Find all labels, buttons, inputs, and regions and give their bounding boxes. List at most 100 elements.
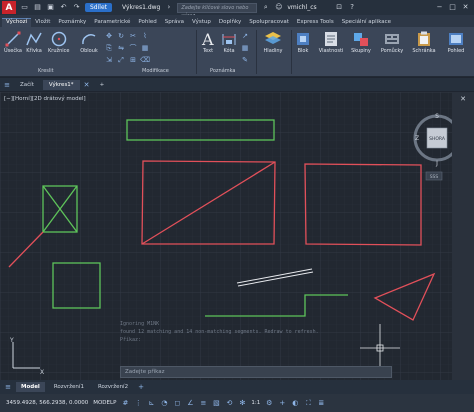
minimize-icon[interactable]: − bbox=[435, 3, 444, 12]
ribbon-tab[interactable]: Doplňky bbox=[215, 19, 245, 27]
polyline-tool[interactable]: Křivka bbox=[25, 30, 43, 54]
viewport-controls[interactable]: [−][Horní][2D drátový model] bbox=[4, 96, 86, 102]
tab-layout1[interactable]: Rozvržení1 bbox=[49, 382, 89, 392]
lineweight-icon[interactable]: ≡ bbox=[199, 399, 207, 407]
transparency-icon[interactable]: ▧ bbox=[212, 399, 220, 407]
arc-tool[interactable]: Oblouk bbox=[80, 30, 98, 54]
search-input[interactable]: Zadejte klíčové slovo nebo výraz bbox=[177, 2, 258, 19]
new-tab-button[interactable]: + bbox=[94, 80, 111, 90]
tab-layout2[interactable]: Rozvržení2 bbox=[93, 382, 133, 392]
text-tool[interactable]: A Text bbox=[199, 30, 217, 54]
close-icon[interactable]: ✕ bbox=[461, 3, 470, 12]
table-icon[interactable]: ▦ bbox=[240, 43, 250, 53]
panel-separator bbox=[256, 30, 257, 74]
search-icon[interactable]: ⌕ bbox=[261, 3, 270, 12]
draw-panel-label[interactable]: Kreslit bbox=[38, 68, 54, 74]
cart-icon[interactable]: ⊡ bbox=[335, 3, 344, 12]
ribbon-tab[interactable]: Express Tools bbox=[293, 19, 338, 27]
user-name[interactable]: vmichl_cs bbox=[287, 4, 316, 11]
open-file-icon[interactable]: ▤ bbox=[33, 3, 42, 12]
viewcube-face[interactable]: SHORA bbox=[429, 136, 446, 142]
coordinates-readout[interactable]: 3459.4928, 566.2938, 0.0000 bbox=[6, 400, 88, 406]
properties-tool[interactable]: Vlastnosti bbox=[317, 30, 345, 54]
title-bar: A ▭ ▤ ▣ ↶ ↷ Sdílet Výkres1.dwg › Zadejte… bbox=[0, 0, 474, 19]
customize-icon[interactable]: ≣ bbox=[317, 399, 325, 407]
user-icon[interactable]: ☺ bbox=[274, 3, 283, 12]
history-line: Příkaz: bbox=[120, 337, 142, 343]
snap-icon[interactable]: ⋮ bbox=[134, 399, 142, 407]
command-input[interactable]: Zadejte příkaz bbox=[120, 366, 392, 378]
ribbon-tab[interactable]: Parametrické bbox=[90, 19, 134, 27]
grid-icon[interactable]: # bbox=[121, 399, 129, 407]
clipboard-tool-label: Schránka bbox=[412, 48, 436, 54]
viewcube-north[interactable]: S bbox=[435, 113, 439, 120]
view-tool[interactable]: Pohled bbox=[441, 30, 471, 54]
application-menu-button[interactable]: A bbox=[2, 1, 16, 14]
trim-icon[interactable]: ✂ bbox=[128, 31, 138, 41]
scale-icon[interactable]: ⤢ bbox=[116, 55, 126, 65]
dimension-tool[interactable]: Kóta bbox=[220, 30, 238, 54]
ribbon-tab[interactable]: Spolupracovat bbox=[245, 19, 293, 27]
polyline-edit-icon[interactable]: ⌇ bbox=[140, 31, 150, 41]
tab-start[interactable]: Začít bbox=[14, 80, 40, 90]
close-tab-icon[interactable]: ✕ bbox=[83, 81, 91, 89]
fullscreen-icon[interactable]: ⛶ bbox=[304, 399, 312, 407]
model-space-toggle[interactable]: MODELP bbox=[93, 400, 116, 406]
leader-icon[interactable]: ↗ bbox=[240, 31, 250, 41]
undo-icon[interactable]: ↶ bbox=[59, 3, 68, 12]
tab-model[interactable]: Model bbox=[16, 382, 45, 392]
viewcube-west[interactable]: Z bbox=[415, 135, 419, 142]
layers-tool[interactable]: Hladiny bbox=[259, 30, 287, 54]
share-button[interactable]: Sdílet bbox=[85, 3, 112, 12]
array-icon[interactable]: ▦ bbox=[140, 43, 150, 53]
navigation-close-icon[interactable]: ✕ bbox=[452, 92, 474, 132]
groups-tool[interactable]: Skupiny bbox=[349, 30, 373, 54]
isolate-icon[interactable]: ◐ bbox=[291, 399, 299, 407]
menu-icon[interactable]: ≡ bbox=[3, 81, 11, 89]
redo-icon[interactable]: ↷ bbox=[72, 3, 81, 12]
copy-icon[interactable]: ⎘ bbox=[104, 43, 114, 53]
mirror-icon[interactable]: ⇋ bbox=[116, 43, 126, 53]
new-file-icon[interactable]: ▭ bbox=[20, 3, 29, 12]
polar-icon[interactable]: ◔ bbox=[160, 399, 168, 407]
ribbon-tab[interactable]: Poznámky bbox=[54, 19, 90, 27]
selection-cycling-icon[interactable]: ⟲ bbox=[225, 399, 233, 407]
annotation-scale-icon[interactable]: ✻ bbox=[238, 399, 246, 407]
otrack-icon[interactable]: ∠ bbox=[186, 399, 194, 407]
ribbon-tab[interactable]: Výstup bbox=[188, 19, 215, 27]
plus-icon[interactable]: + bbox=[278, 399, 286, 407]
ortho-icon[interactable]: ⊾ bbox=[147, 399, 155, 407]
rotate-icon[interactable]: ↻ bbox=[116, 31, 126, 41]
viewcube-south[interactable]: J bbox=[435, 160, 438, 167]
annotation-icon[interactable]: ✎ bbox=[240, 55, 250, 65]
move-icon[interactable]: ✥ bbox=[104, 31, 114, 41]
annotation-panel-label[interactable]: Poznámka bbox=[210, 68, 236, 74]
add-layout-icon[interactable]: + bbox=[137, 383, 145, 391]
tab-drawing[interactable]: Výkres1* bbox=[42, 79, 80, 90]
help-icon[interactable]: ? bbox=[348, 3, 357, 12]
save-icon[interactable]: ▣ bbox=[46, 3, 55, 12]
fillet-icon[interactable]: ⌒ bbox=[128, 43, 138, 53]
block-tool[interactable]: Blok bbox=[292, 30, 314, 54]
offset-icon[interactable]: ⊞ bbox=[128, 55, 138, 65]
modify-panel-label[interactable]: Modifikace bbox=[142, 68, 169, 74]
clipboard-tool[interactable]: Schránka bbox=[410, 30, 438, 54]
ribbon-tab[interactable]: Speciální aplikace bbox=[338, 19, 395, 27]
ribbon-tab[interactable]: Pohled bbox=[134, 19, 160, 27]
maximize-icon[interactable]: □ bbox=[448, 3, 457, 12]
circle-tool[interactable]: Kružnice bbox=[48, 30, 70, 54]
utilities-tool[interactable]: Pomůcky bbox=[378, 30, 406, 54]
drawing-canvas[interactable]: Y X SHORA S J Z V SSS [−][Horní][2D drát… bbox=[0, 92, 452, 380]
stretch-icon[interactable]: ⇲ bbox=[104, 55, 114, 65]
erase-icon[interactable]: ⌫ bbox=[140, 55, 150, 65]
ribbon-tab[interactable]: Výchozí bbox=[2, 18, 32, 27]
line-tool[interactable]: Úsečka bbox=[4, 30, 22, 54]
ribbon-tab[interactable]: Vložit bbox=[31, 19, 54, 27]
clipboard-icon bbox=[418, 31, 430, 46]
settings-gear-icon[interactable]: ⚙ bbox=[265, 399, 273, 407]
ribbon-tab[interactable]: Správa bbox=[161, 19, 188, 27]
annotation-scale[interactable]: 1:1 bbox=[251, 400, 260, 406]
osnap-icon[interactable]: ◻ bbox=[173, 399, 181, 407]
ucs-menu-label[interactable]: SSS bbox=[430, 174, 439, 180]
layout-menu-icon[interactable]: ≡ bbox=[4, 383, 12, 391]
